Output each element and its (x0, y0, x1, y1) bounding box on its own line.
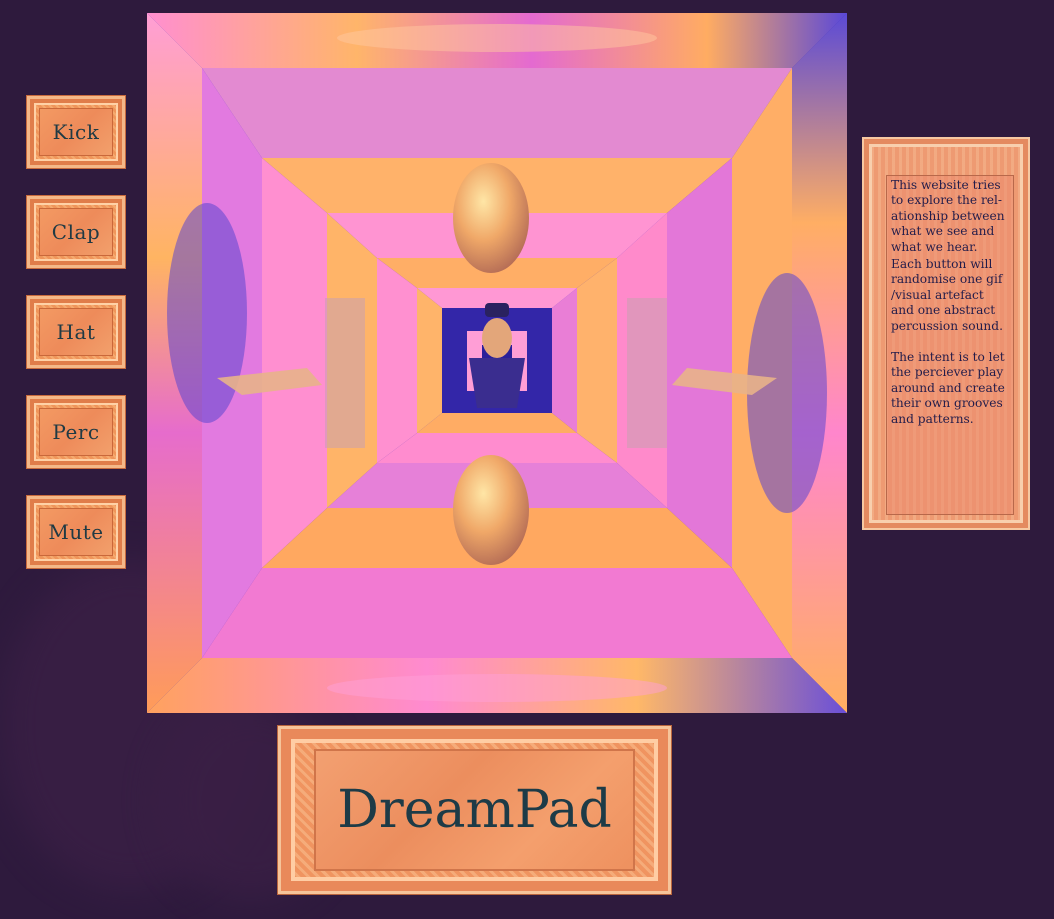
visual-artefact-gif (147, 13, 847, 713)
hat-button-label: Hat (39, 308, 113, 356)
info-paragraph-3: The intent is to let the perciever play … (891, 350, 1005, 426)
clap-button-label: Clap (39, 208, 113, 256)
kick-button[interactable]: Kick (27, 96, 125, 168)
hat-button[interactable]: Hat (27, 296, 125, 368)
title-plate: DreamPad (278, 726, 671, 894)
perc-button[interactable]: Perc (27, 396, 125, 468)
info-paragraph-2: Each button will randomise one gif /visu… (891, 257, 1003, 333)
site-title: DreamPad (314, 749, 635, 871)
info-paragraph-1: This website tries to explore the rel-at… (891, 178, 1005, 254)
info-panel: This website tries to explore the rel-at… (862, 137, 1030, 530)
perc-button-label: Perc (39, 408, 113, 456)
mute-button[interactable]: Mute (27, 496, 125, 568)
kick-button-label: Kick (39, 108, 113, 156)
tunnel-image (147, 13, 847, 713)
clap-button[interactable]: Clap (27, 196, 125, 268)
mute-button-label: Mute (39, 508, 113, 556)
info-text: This website tries to explore the rel-at… (886, 175, 1014, 515)
